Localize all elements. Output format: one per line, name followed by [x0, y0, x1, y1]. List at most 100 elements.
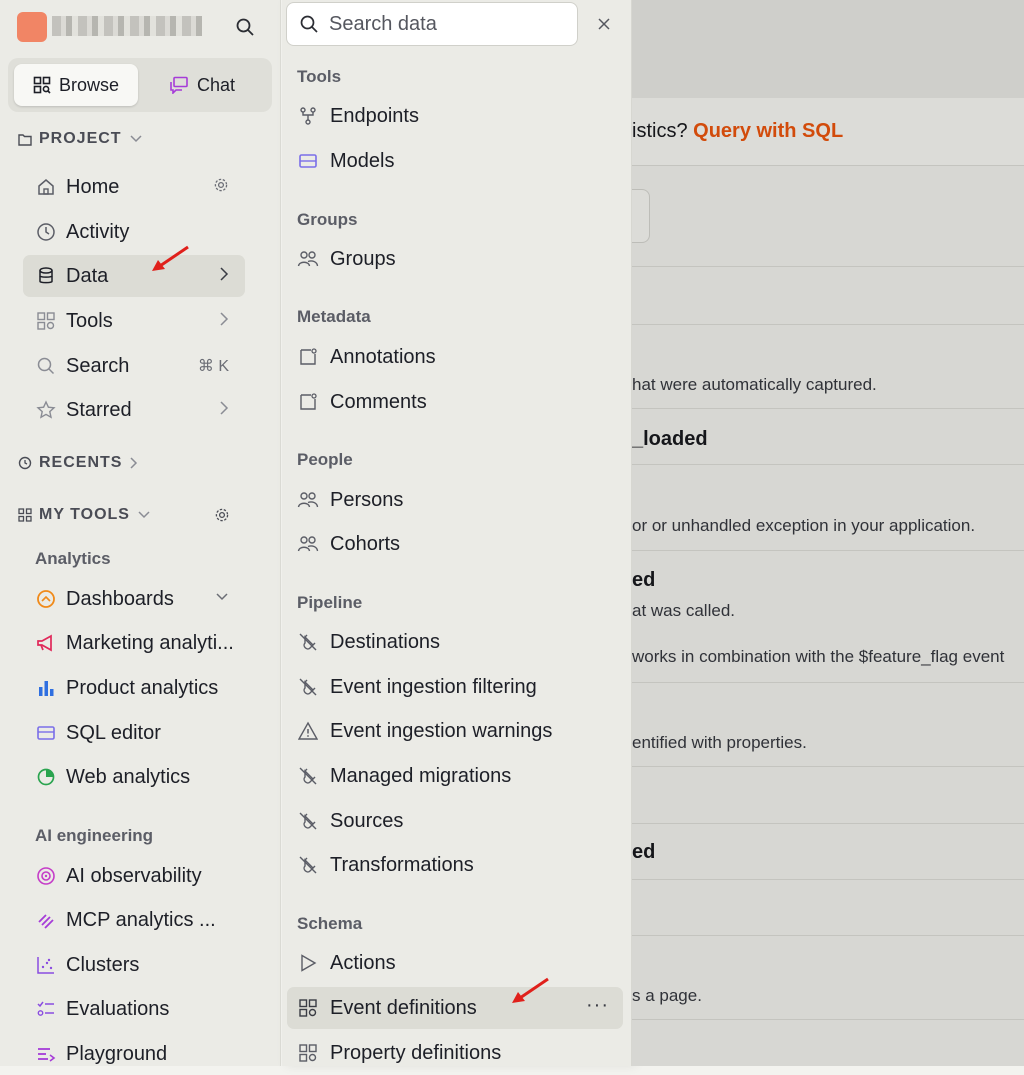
more-options-icon[interactable]: ··· — [586, 994, 609, 1017]
org-name-blurred[interactable] — [52, 16, 202, 36]
close-icon[interactable] — [594, 14, 614, 34]
panel-item-destinations[interactable]: Destinations — [287, 621, 623, 663]
sidebar-item-clusters[interactable]: Clusters — [23, 944, 245, 986]
panel-item-groups[interactable]: Groups — [287, 238, 623, 280]
panel-item-transformations[interactable]: Transformations — [287, 844, 623, 886]
panel-item-endpoints[interactable]: Endpoints — [287, 95, 623, 137]
annotation-icon — [297, 346, 319, 368]
panel-item-cohorts[interactable]: Cohorts — [287, 523, 623, 565]
models-icon — [297, 150, 319, 172]
play-icon — [297, 952, 319, 974]
annotation-arrow — [512, 977, 549, 1003]
my-tools-heading[interactable]: MY TOOLS — [18, 506, 151, 524]
sidebar-item-playground[interactable]: Playground — [23, 1033, 245, 1075]
main-content: istics? Query with SQL hat were automati… — [632, 0, 1024, 1066]
table-row[interactable]: hat were automatically captured. — [632, 324, 1024, 409]
chat-icon — [170, 76, 188, 94]
sidebar-item-web-analytics[interactable]: Web analytics — [23, 756, 245, 798]
panel-item-sources[interactable]: Sources — [287, 800, 623, 842]
panel-item-managed-migrations[interactable]: Managed migrations — [287, 755, 623, 797]
search-icon[interactable] — [232, 14, 258, 40]
chevron-down-icon — [215, 589, 229, 607]
sidebar-item-dashboards[interactable]: Dashboards — [23, 578, 245, 620]
analytics-label: Analytics — [35, 549, 111, 568]
query-with-sql-link[interactable]: Query with SQL — [693, 120, 843, 142]
panel-item-annotations[interactable]: Annotations — [287, 336, 623, 378]
panel-item-event-ingestion-filtering[interactable]: Event ingestion filtering — [287, 666, 623, 708]
grid-icon — [18, 508, 32, 522]
chat-label: Chat — [196, 74, 236, 95]
table-row[interactable]: _loaded — [632, 408, 1024, 465]
table-header-row — [632, 266, 1024, 325]
sidebar-item-activity[interactable]: Activity — [23, 211, 245, 253]
chevron-right-icon — [130, 457, 138, 469]
playground-icon — [35, 1043, 57, 1065]
search-placeholder: Search data — [329, 12, 437, 35]
search-icon — [35, 355, 57, 377]
warning-icon — [297, 720, 319, 742]
annotation-arrow — [152, 245, 189, 271]
browse-icon — [33, 76, 51, 94]
checklist-icon — [35, 998, 57, 1020]
sidebar: Browse Chat PROJECT Home Activity Data T… — [0, 0, 281, 1066]
sidebar-item-ai-observability[interactable]: AI observability — [23, 855, 245, 897]
panel-item-property-definitions[interactable]: Property definitions — [287, 1032, 623, 1074]
project-heading[interactable]: PROJECT — [18, 130, 143, 148]
eye-target-icon — [35, 865, 57, 887]
browse-tab[interactable]: Browse — [14, 64, 138, 106]
recents-heading[interactable]: RECENTS — [18, 454, 139, 472]
table-row[interactable]: entified with properties. — [632, 682, 1024, 767]
star-icon — [35, 399, 57, 421]
grid-icon — [297, 997, 319, 1019]
table-row[interactable] — [632, 766, 1024, 824]
bar-chart-icon — [35, 677, 57, 699]
comment-icon — [297, 391, 319, 413]
gear-icon[interactable] — [213, 177, 229, 198]
search-icon — [300, 15, 318, 33]
sidebar-item-search[interactable]: Search ⌘ K — [23, 345, 245, 387]
ai-engineering-label: AI engineering — [35, 826, 154, 845]
sidebar-item-sql-editor[interactable]: SQL editor — [23, 712, 245, 754]
clock-icon — [35, 221, 57, 243]
sidebar-item-evaluations[interactable]: Evaluations — [23, 988, 245, 1030]
sidebar-item-starred[interactable]: Starred — [23, 389, 245, 431]
sidebar-item-data[interactable]: Data — [23, 255, 245, 297]
scatter-icon — [35, 954, 57, 976]
sidebar-item-product-analytics[interactable]: Product analytics — [23, 667, 245, 709]
sidebar-item-home[interactable]: Home — [23, 166, 245, 208]
panel-item-models[interactable]: Models — [287, 140, 623, 182]
sidebar-item-marketing-analytics[interactable]: Marketing analyti... — [23, 622, 245, 664]
panel-item-actions[interactable]: Actions — [287, 942, 623, 984]
page-header — [632, 0, 1024, 99]
table-row[interactable]: s a page. — [632, 935, 1024, 1020]
sidebar-item-tools[interactable]: Tools — [23, 300, 245, 342]
search-input[interactable]: Search data — [286, 2, 578, 46]
browse-label: Browse — [58, 74, 120, 95]
people-icon — [297, 533, 319, 555]
filter-input[interactable] — [632, 189, 650, 243]
panel-item-event-definitions[interactable]: Event definitions ··· — [287, 987, 623, 1029]
table-row[interactable]: ed — [632, 823, 1024, 880]
chevron-right-icon — [219, 400, 229, 421]
panel-item-event-ingestion-warnings[interactable]: Event ingestion warnings — [287, 710, 623, 752]
sidebar-item-mcp-analytics[interactable]: MCP analytics ... — [23, 899, 245, 941]
panel-item-comments[interactable]: Comments — [287, 381, 623, 423]
table-row[interactable] — [632, 879, 1024, 936]
group-label-pipeline: Pipeline — [297, 593, 363, 612]
plug-icon — [297, 631, 319, 653]
group-label-schema: Schema — [297, 914, 363, 933]
table-row[interactable]: or or unhandled exception in your applic… — [632, 464, 1024, 551]
gear-icon[interactable] — [212, 506, 232, 524]
plug-icon — [297, 810, 319, 832]
org-logo[interactable] — [17, 12, 47, 42]
folder-icon — [18, 133, 32, 146]
chat-tab[interactable]: Chat — [140, 64, 264, 106]
panel-item-persons[interactable]: Persons — [287, 479, 623, 521]
chevron-down-icon — [138, 511, 150, 519]
plug-icon — [297, 765, 319, 787]
sql-banner: istics? Query with SQL — [632, 98, 1024, 166]
gauge-icon — [35, 588, 57, 610]
plug-icon — [297, 676, 319, 698]
table-row[interactable]: ed at was called. works in combination w… — [632, 550, 1024, 683]
grid-icon — [35, 310, 57, 332]
